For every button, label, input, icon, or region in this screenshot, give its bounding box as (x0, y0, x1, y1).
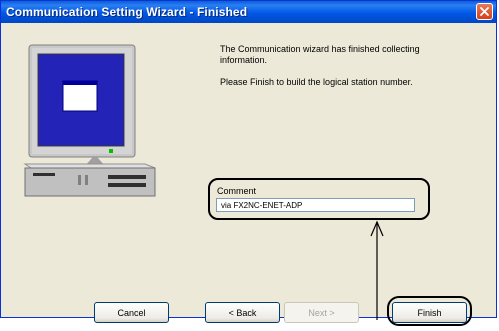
close-button[interactable] (476, 3, 493, 20)
message-line-2: Please Finish to build the logical stati… (220, 77, 413, 87)
finish-message: The Communication wizard has finished co… (220, 44, 460, 99)
message-line-1: The Communication wizard has finished co… (220, 44, 420, 65)
comment-callout (208, 178, 430, 220)
window-title: Communication Setting Wizard - Finished (6, 5, 248, 19)
next-button[interactable]: Next > (284, 302, 359, 323)
wizard-content: The Communication wizard has finished co… (1, 23, 496, 326)
finish-callout (387, 296, 472, 326)
close-icon (480, 7, 489, 16)
cancel-button[interactable]: Cancel (94, 302, 169, 323)
title-bar[interactable]: Communication Setting Wizard - Finished (1, 1, 496, 23)
arrow-up-icon (370, 220, 384, 320)
back-button[interactable]: < Back (205, 302, 280, 323)
wizard-window: Communication Setting Wizard - Finished (0, 0, 497, 326)
computer-illustration (23, 44, 156, 197)
